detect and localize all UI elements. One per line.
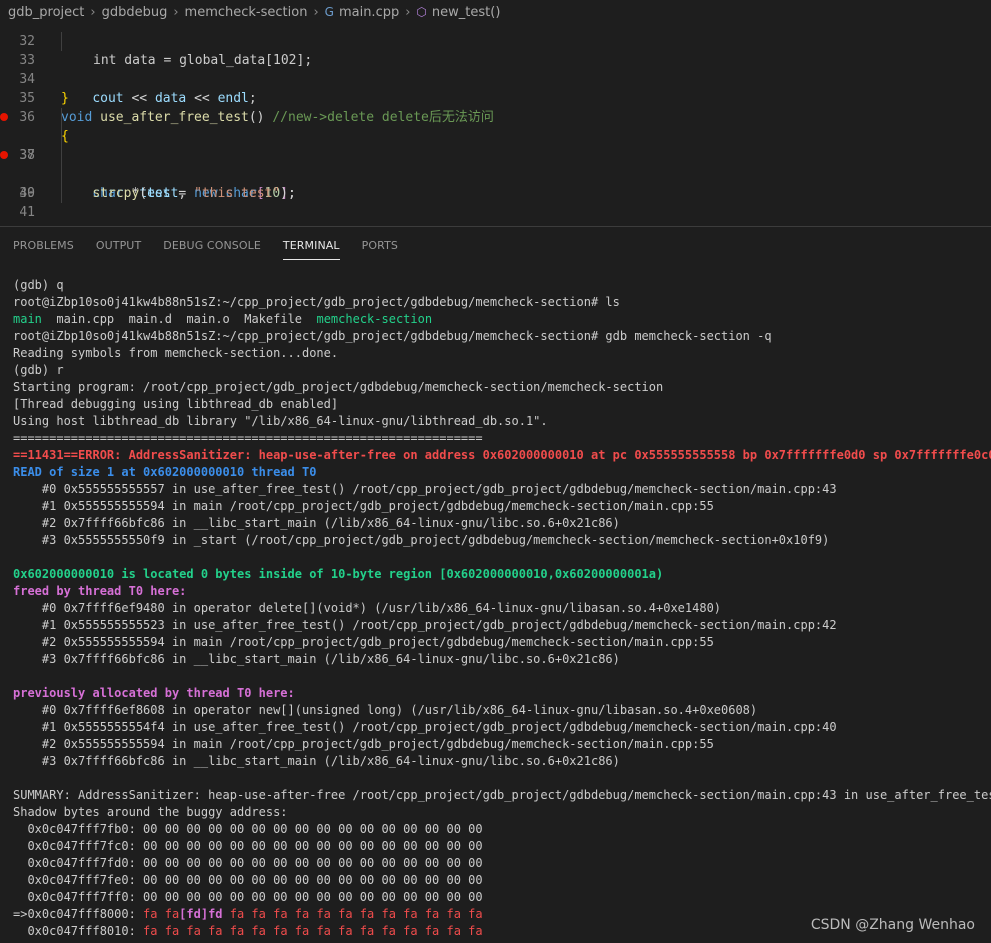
breadcrumb: gdb_project › gdbdebug › memcheck-sectio… <box>0 0 991 24</box>
shadow-bytes: fa fa[fd]fd fa fa fa fa fa fa fa fa fa f… <box>143 907 483 921</box>
terminal-line: #0 0x7ffff6ef9480 in operator delete[](v… <box>13 601 722 615</box>
terminal-line: #3 0x5555555550f9 in _start (/root/cpp_p… <box>13 533 830 547</box>
chevron-right-icon: › <box>405 4 411 20</box>
terminal-line: SUMMARY: AddressSanitizer: heap-use-afte… <box>13 788 991 802</box>
watermark: CSDN @Zhang Wenhao <box>810 917 975 933</box>
shadow-address: 0x0c047fff8010: <box>13 924 144 938</box>
tab-problems[interactable]: PROBLEMS <box>13 230 74 259</box>
ls-entry: main.d <box>128 312 172 326</box>
shadow-address: =>0x0c047fff8000: <box>13 907 144 921</box>
ls-entry: Makefile <box>244 312 303 326</box>
terminal-line: (gdb) q <box>13 278 64 292</box>
terminal-line: #2 0x555555555594 in main /root/cpp_proj… <box>13 635 714 649</box>
code-line: 34 } <box>0 51 991 106</box>
tab-terminal[interactable]: TERMINAL <box>282 230 340 260</box>
terminal-line: Using host libthread_db library "/lib/x8… <box>13 414 548 428</box>
tab-ports[interactable]: PORTS <box>362 230 398 259</box>
tab-debug-console[interactable]: DEBUG CONSOLE <box>163 230 261 259</box>
code-line: 40 char c = test[0]; <box>0 165 991 225</box>
terminal-line: root@iZbp10so0j41kw4b88n51sZ:~/cpp_proje… <box>13 295 620 309</box>
indent-guide <box>61 146 62 165</box>
code-line: 42 } <box>0 203 991 225</box>
terminal-line: 0x0c047fff7fb0: 00 00 00 00 00 00 00 00 … <box>13 822 483 836</box>
breadcrumb-item-folder[interactable]: gdbdebug <box>102 5 168 20</box>
terminal-line: previously allocated by thread T0 here: <box>13 686 295 700</box>
terminal-line: 0x0c047fff7fd0: 00 00 00 00 00 00 00 00 … <box>13 856 483 870</box>
terminal-line: root@iZbp10so0j41kw4b88n51sZ:~/cpp_proje… <box>13 329 772 343</box>
code-line: 41 cout << c << endl; <box>0 184 991 220</box>
terminal-line: #0 0x7ffff6ef8608 in operator new[](unsi… <box>13 703 758 717</box>
chevron-right-icon: › <box>173 4 179 20</box>
panel-tabs: PROBLEMS OUTPUT DEBUG CONSOLE TERMINAL P… <box>0 227 991 262</box>
terminal-line: #1 0x5555555554f4 in use_after_free_test… <box>13 720 837 734</box>
code-line: 35 void use_after_free_test() //new->del… <box>0 70 991 125</box>
chevron-right-icon: › <box>90 4 96 20</box>
indent-guide <box>61 108 62 127</box>
indent-guide <box>61 127 62 146</box>
code-editor[interactable]: 32 int data = global_data[102]; 33 cout … <box>0 13 991 225</box>
terminal-line: #3 0x7ffff66bfc86 in __libc_start_main (… <box>13 652 620 666</box>
breadcrumb-item-project[interactable]: gdb_project <box>8 5 84 20</box>
terminal-line: Shadow bytes around the buggy address: <box>13 805 288 819</box>
terminal-line: #1 0x555555555594 in main /root/cpp_proj… <box>13 499 714 513</box>
indent-guide <box>61 165 62 184</box>
breadcrumb-item-file[interactable]: main.cpp <box>339 5 399 20</box>
terminal-line: ========================================… <box>13 431 483 445</box>
code-line: 38 strcpy(test, "this test"); <box>0 127 991 201</box>
terminal-line: #2 0x555555555594 in main /root/cpp_proj… <box>13 737 714 751</box>
code-text: char c = test[0]; <box>61 222 225 225</box>
terminal-line: 0x602000000010 is located 0 bytes inside… <box>13 567 664 581</box>
terminal-line: 0x0c047fff7fc0: 00 00 00 00 00 00 00 00 … <box>13 839 483 853</box>
code-line: 36 { <box>0 89 991 144</box>
terminal-line: 0x0c047fff7ff0: 00 00 00 00 00 00 00 00 … <box>13 890 483 904</box>
terminal-line: freed by thread T0 here: <box>13 584 187 598</box>
ls-entry: main.o <box>186 312 230 326</box>
terminal-line: Reading symbols from memcheck-section...… <box>13 346 339 360</box>
line-number: 42 <box>0 222 35 225</box>
terminal-line: Starting program: /root/cpp_project/gdb_… <box>13 380 664 394</box>
ls-entry: memcheck-section <box>316 312 433 326</box>
cpp-file-icon: G <box>324 5 334 19</box>
terminal-line: ==11431==ERROR: AddressSanitizer: heap-u… <box>13 448 991 462</box>
breakpoint-icon[interactable] <box>0 113 8 121</box>
terminal-line: READ of size 1 at 0x602000000010 thread … <box>13 465 317 479</box>
indent-guide <box>61 32 62 51</box>
breakpoint-icon[interactable] <box>0 151 8 159</box>
terminal-line: main main.cpp main.d main.o Makefile mem… <box>13 311 991 328</box>
terminal-line: #0 0x555555555557 in use_after_free_test… <box>13 482 837 496</box>
ls-entry: main <box>13 312 42 326</box>
breadcrumb-item-symbol[interactable]: new_test() <box>432 5 500 20</box>
terminal-line: #1 0x555555555523 in use_after_free_test… <box>13 618 837 632</box>
tab-output[interactable]: OUTPUT <box>96 230 141 259</box>
chevron-right-icon: › <box>313 4 319 20</box>
terminal-line: (gdb) r <box>13 363 64 377</box>
terminal-line: #2 0x7ffff66bfc86 in __libc_start_main (… <box>13 516 620 530</box>
ls-entry: main.cpp <box>56 312 115 326</box>
terminal-output[interactable]: (gdb) q root@iZbp10so0j41kw4b88n51sZ:~/cp… <box>13 277 991 943</box>
terminal-line: #3 0x7ffff66bfc86 in __libc_start_main (… <box>13 754 620 768</box>
code-line: 39 delete[] test; <box>0 146 991 225</box>
indent-guide <box>61 184 62 203</box>
code-line: 33 cout << data << endl; <box>0 32 991 106</box>
terminal-line: [Thread debugging using libthread_db ena… <box>13 397 339 411</box>
method-cube-icon: ⬡ <box>416 5 427 19</box>
shadow-bytes: fa fa fa fa fa fa fa fa fa fa fa fa fa f… <box>143 924 483 938</box>
terminal-line: 0x0c047fff7fe0: 00 00 00 00 00 00 00 00 … <box>13 873 483 887</box>
breadcrumb-item-subfolder[interactable]: memcheck-section <box>185 5 308 20</box>
code-line: 37 char *test = new char[10]; <box>0 108 991 201</box>
